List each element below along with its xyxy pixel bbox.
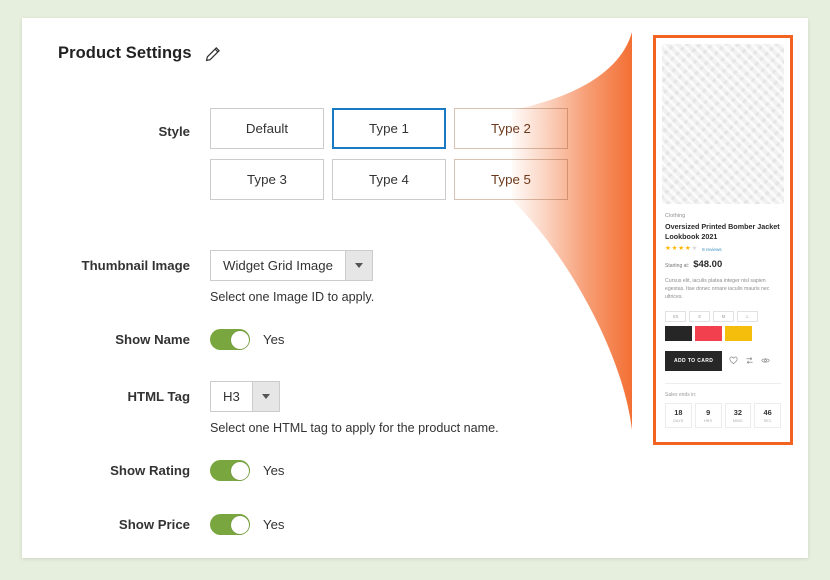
size-option-xs[interactable]: XS <box>665 310 686 322</box>
field-show-rating: Show Rating Yes <box>32 460 285 481</box>
page-header: Product Settings <box>58 44 221 63</box>
page-title: Product Settings <box>58 44 192 62</box>
style-option-type-5[interactable]: Type 5 <box>454 159 568 200</box>
field-show-name: Show Name Yes <box>32 329 285 350</box>
product-price-row: Starting at: $48.00 <box>665 259 781 270</box>
product-image-placeholder <box>662 44 784 204</box>
product-size-options: XS S M L <box>665 310 781 322</box>
product-actions: ADD TO CARD <box>665 350 781 371</box>
countdown-sec-unit: SEC <box>763 418 772 423</box>
show-rating-value: Yes <box>263 463 285 478</box>
field-label-show-rating: Show Rating <box>110 463 190 478</box>
size-option-s[interactable]: S <box>689 310 710 322</box>
countdown-hrs-unit: HRS <box>704 418 713 423</box>
heart-icon[interactable] <box>729 356 738 365</box>
product-reviews-link[interactable]: 8 reviews <box>702 247 721 252</box>
color-swatch-red[interactable] <box>695 325 722 341</box>
star-rating-icon: ★★★★★ <box>665 245 699 252</box>
field-label-show-price: Show Price <box>118 517 190 532</box>
countdown-mins-value: 32 <box>733 407 742 417</box>
field-show-price: Show Price Yes <box>32 514 285 535</box>
countdown-hrs: 9 HRS <box>694 402 722 428</box>
show-price-toggle[interactable] <box>210 514 250 535</box>
divider <box>665 382 781 384</box>
show-name-value: Yes <box>263 332 285 347</box>
settings-panel: Product Settings Style Default Type 1 Ty… <box>22 18 808 558</box>
sales-countdown-label: Sales ends in: <box>665 391 697 398</box>
product-description: Cursus elit, iaculis platea integer nisl… <box>665 277 770 300</box>
html-tag-select[interactable]: H3 <box>210 381 280 412</box>
countdown-days: 18 DAYS <box>665 402 692 428</box>
style-option-grid: Default Type 1 Type 2 Type 3 Type 4 Type… <box>210 108 568 200</box>
field-label-style: Style <box>158 124 190 139</box>
countdown-sec: 46 SEC <box>754 402 781 428</box>
countdown-mins: 32 MINS <box>724 402 752 428</box>
chevron-down-icon[interactable] <box>251 382 279 411</box>
countdown-days-unit: DAYS <box>673 418 684 423</box>
product-category: Clothing <box>665 213 686 219</box>
pencil-icon[interactable] <box>205 46 221 62</box>
show-rating-toggle[interactable] <box>210 460 250 481</box>
field-label-show-name: Show Name <box>115 332 190 347</box>
countdown-days-value: 18 <box>674 407 683 417</box>
style-option-type-4[interactable]: Type 4 <box>332 159 446 200</box>
html-tag-value: H3 <box>223 389 240 404</box>
color-swatch-black[interactable] <box>665 325 692 341</box>
show-name-toggle[interactable] <box>210 329 250 350</box>
product-preview-card: Clothing Oversized Printed Bomber Jacket… <box>653 35 793 445</box>
eye-icon[interactable] <box>761 356 771 365</box>
add-to-cart-button[interactable]: ADD TO CARD <box>665 350 723 371</box>
countdown-sec-value: 46 <box>763 407 772 417</box>
size-option-l[interactable]: L <box>737 310 758 322</box>
style-option-type-2[interactable]: Type 2 <box>454 108 568 149</box>
field-label-html-tag: HTML Tag <box>127 389 190 404</box>
field-html-tag: HTML Tag H3 Select one HTML tag to apply… <box>32 381 499 435</box>
style-option-type-1[interactable]: Type 1 <box>332 108 446 149</box>
compare-icon[interactable] <box>745 356 754 365</box>
size-option-m[interactable]: M <box>713 310 734 322</box>
field-style: Style Default Type 1 Type 2 Type 3 Type … <box>32 108 568 200</box>
thumbnail-image-value: Widget Grid Image <box>223 258 333 273</box>
show-price-value: Yes <box>263 517 285 532</box>
field-label-thumbnail-image: Thumbnail Image <box>81 258 190 273</box>
thumbnail-image-select[interactable]: Widget Grid Image <box>210 250 373 281</box>
sales-countdown: 18 DAYS 9 HRS 32 MINS 46 SEC <box>665 402 781 428</box>
product-name: Oversized Printed Bomber Jacket Lookbook… <box>665 222 780 241</box>
countdown-hrs-value: 9 <box>706 407 711 417</box>
chevron-down-icon[interactable] <box>344 251 372 280</box>
color-swatch-yellow[interactable] <box>725 325 752 341</box>
style-option-default[interactable]: Default <box>210 108 324 149</box>
countdown-mins-unit: MINS <box>732 418 743 423</box>
field-thumbnail-image: Thumbnail Image Widget Grid Image Select… <box>32 250 374 304</box>
product-rating: ★★★★★ 8 reviews <box>665 245 781 253</box>
product-price-label: Starting at: <box>665 262 690 269</box>
product-color-options <box>665 325 781 341</box>
html-tag-hint: Select one HTML tag to apply for the pro… <box>210 421 499 435</box>
style-option-type-3[interactable]: Type 3 <box>210 159 324 200</box>
product-price: $48.00 <box>693 258 723 270</box>
thumbnail-image-hint: Select one Image ID to apply. <box>210 290 375 304</box>
